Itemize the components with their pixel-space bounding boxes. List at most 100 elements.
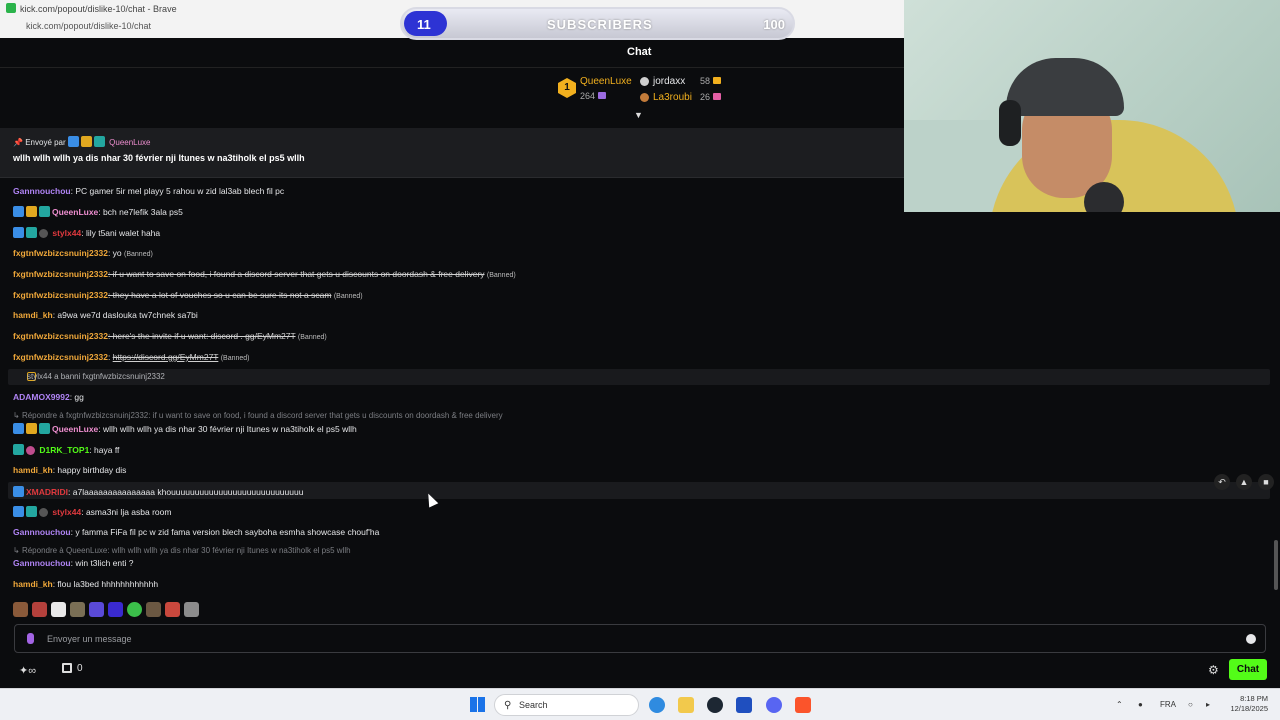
- message-text: : PC gamer 5ir mel playy 5 rahou w zid l…: [70, 186, 285, 196]
- message-text: : y famma FiFa fil pc w zid fama version…: [70, 527, 380, 537]
- chat-footer: ✦∞ 0 ⚙ Chat: [0, 658, 1280, 688]
- channel-points-icon[interactable]: ✦∞: [19, 664, 36, 677]
- leaderboard-user[interactable]: La3roubi: [653, 92, 692, 103]
- store-icon[interactable]: [62, 663, 72, 673]
- language-indicator[interactable]: FRA: [1160, 700, 1176, 709]
- emote-icon[interactable]: [127, 602, 142, 617]
- delete-icon[interactable]: ■: [1258, 474, 1274, 490]
- emote-icon[interactable]: [165, 602, 180, 617]
- chat-message: Gannnouchou: win t3lich enti ?: [13, 558, 133, 568]
- message-username[interactable]: fxgtnfwzbizcsnuinj2332: [13, 352, 108, 362]
- message-text: : wllh wllh wllh ya dis nhar 30 février …: [98, 424, 357, 434]
- emoji-picker-icon[interactable]: [1246, 634, 1256, 644]
- message-username[interactable]: XMADRIDI: [26, 487, 68, 497]
- message-text: : yo: [107, 248, 122, 258]
- reply-icon[interactable]: ↶: [1214, 474, 1230, 490]
- message-text: : a7laaaaaaaaaaaaaaa khouuuuuuuuuuuuuuuu…: [68, 487, 304, 497]
- reply-icon: ↳: [13, 546, 20, 555]
- pinned-username[interactable]: QueenLuxe: [109, 138, 150, 147]
- chat-message: ADAMOX9992: gg: [13, 392, 84, 402]
- taskbar-search[interactable]: ⚲ Search: [494, 694, 639, 716]
- chat-message: XMADRIDI: a7laaaaaaaaaaaaaaa khouuuuuuuu…: [13, 486, 303, 497]
- reply-context[interactable]: ↳ Répondre à fxgtnfwzbizcsnuinj2332: if …: [13, 411, 503, 420]
- tray-chevron-icon[interactable]: ⌃: [1116, 700, 1123, 709]
- gear-icon[interactable]: ⚙: [1208, 663, 1219, 677]
- message-link[interactable]: https://discord.gg/EyMm27T: [113, 352, 219, 362]
- emote-icon[interactable]: [146, 602, 161, 617]
- crown-badge-icon: [26, 423, 37, 434]
- pin-icon[interactable]: ▲: [1236, 474, 1252, 490]
- leaderboard-user[interactable]: QueenLuxe: [580, 76, 632, 87]
- emote-icon[interactable]: [32, 602, 47, 617]
- message-text: : haya ff: [89, 445, 120, 455]
- chat-scrollbar[interactable]: [1274, 540, 1278, 590]
- message-username[interactable]: Gannnouchou: [13, 558, 71, 568]
- obs-icon[interactable]: [707, 697, 723, 713]
- pinned-message: 📌 Envoyé par QueenLuxe wllh wllh wllh ya…: [0, 128, 904, 178]
- message-username[interactable]: ADAMOX9992: [13, 392, 70, 402]
- message-username[interactable]: hamdi_kh: [13, 465, 53, 475]
- wifi-icon[interactable]: ○: [1188, 700, 1193, 709]
- message-username[interactable]: fxgtnfwzbizcsnuinj2332: [13, 248, 108, 258]
- microphone-icon[interactable]: [27, 633, 34, 644]
- pin-icon: 📌: [13, 138, 23, 147]
- discord-icon[interactable]: [766, 697, 782, 713]
- file-explorer-icon[interactable]: [678, 697, 694, 713]
- browser-window-title: kick.com/popout/dislike-10/chat - Brave: [20, 4, 177, 14]
- message-username[interactable]: stylx44: [52, 507, 81, 517]
- send-chat-button[interactable]: Chat: [1229, 659, 1267, 680]
- sub-badge-icon: [39, 423, 50, 434]
- browser-url[interactable]: kick.com/popout/dislike-10/chat: [26, 21, 151, 31]
- emote-icon[interactable]: [13, 602, 28, 617]
- message-username[interactable]: QueenLuxe: [52, 207, 98, 217]
- message-text: : win t3lich enti ?: [70, 558, 134, 568]
- volume-icon[interactable]: ▸: [1206, 700, 1210, 709]
- message-text: : they have a lot of vouches so u can be…: [107, 290, 332, 300]
- emote-icon[interactable]: [184, 602, 199, 617]
- message-username[interactable]: D1RK_TOP1: [39, 445, 89, 455]
- windows-start-icon[interactable]: [470, 697, 485, 712]
- banned-tag: (Banned): [486, 272, 516, 279]
- message-username[interactable]: fxgtnfwzbizcsnuinj2332: [13, 290, 108, 300]
- microphone-tray-icon[interactable]: ●: [1138, 700, 1143, 709]
- taskbar-clock[interactable]: 8:18 PM 12/18/2025: [1226, 694, 1268, 714]
- message-username[interactable]: Gannnouchou: [13, 186, 71, 196]
- message-username[interactable]: Gannnouchou: [13, 527, 71, 537]
- message-text: : happy birthday dis: [52, 465, 127, 475]
- chat-message: fxgtnfwzbizcsnuinj2332: they have a lot …: [13, 290, 363, 300]
- chat-title: Chat: [627, 46, 652, 58]
- chat-message: fxgtnfwzbizcsnuinj2332: yo (Banned): [13, 248, 153, 258]
- message-username[interactable]: hamdi_kh: [13, 579, 53, 589]
- store-app-icon[interactable]: [736, 697, 752, 713]
- message-username[interactable]: fxgtnfwzbizcsnuinj2332: [13, 269, 108, 279]
- crown-badge-icon: [26, 206, 37, 217]
- reply-context[interactable]: ↳ Répondre à QueenLuxe: wllh wllh wllh y…: [13, 546, 351, 555]
- emote-icon[interactable]: [89, 602, 104, 617]
- emote-icon[interactable]: [70, 602, 85, 617]
- sub-badge-icon: [13, 444, 24, 455]
- subscribers-label: SUBSCRIBERS: [547, 17, 653, 32]
- badge-icon: [13, 227, 24, 238]
- gift-leaderboard: 1 QueenLuxe 264 jordaxx 58 La3roubi 26: [556, 72, 736, 112]
- message-text: : lily t5ani walet haha: [81, 228, 161, 238]
- emote-icon[interactable]: [51, 602, 66, 617]
- leaderboard-user[interactable]: jordaxx: [653, 76, 685, 87]
- banned-tag: (Banned): [124, 251, 153, 258]
- edge-icon[interactable]: [649, 697, 665, 713]
- system-text: stylx44 a banni fxgtnfwzbizcsnuinj2332: [27, 372, 165, 381]
- message-username[interactable]: stylx44: [52, 228, 81, 238]
- leaderboard-value: 26: [700, 92, 722, 102]
- expand-arrow-icon[interactable]: ▼: [634, 110, 646, 120]
- webcam-overlay: [904, 0, 1280, 212]
- message-username[interactable]: QueenLuxe: [52, 424, 98, 434]
- chat-message-input[interactable]: [47, 631, 1227, 647]
- message-username[interactable]: hamdi_kh: [13, 310, 53, 320]
- chat-message: Gannnouchou: PC gamer 5ir mel playy 5 ra…: [13, 186, 284, 196]
- message-username[interactable]: fxgtnfwzbizcsnuinj2332: [13, 331, 108, 341]
- badge-icon: [13, 506, 24, 517]
- kick-favicon-icon: [6, 3, 16, 13]
- brave-icon[interactable]: [795, 697, 811, 713]
- sub-badge-icon: [93, 136, 105, 147]
- banned-tag: (Banned): [297, 334, 327, 341]
- emote-icon[interactable]: [108, 602, 123, 617]
